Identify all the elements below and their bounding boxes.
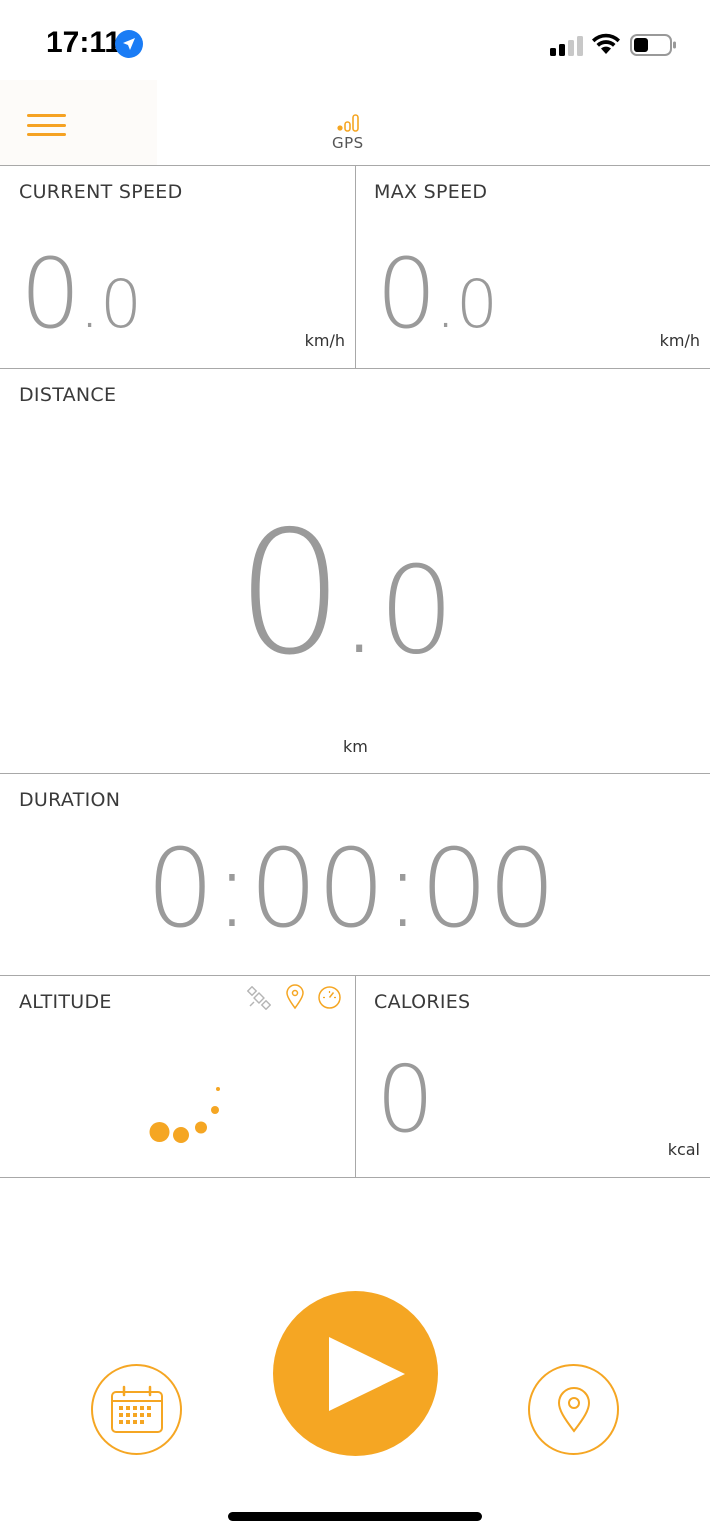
current-speed-unit: km/h <box>304 331 345 350</box>
altitude-tile: ALTITUDE <box>0 976 355 1178</box>
status-time: 17:11 <box>46 26 122 59</box>
max-speed-unit: km/h <box>659 331 700 350</box>
calories-label: CALORIES <box>374 991 471 1013</box>
menu-button[interactable] <box>0 80 157 165</box>
calories-value: 0 <box>376 1046 435 1153</box>
duration-label: DURATION <box>19 789 121 811</box>
current-speed-decimal: .0 <box>79 266 143 343</box>
play-icon <box>329 1337 405 1411</box>
calories-unit: kcal <box>667 1140 700 1159</box>
bottom-controls <box>0 1178 710 1536</box>
map-pin-icon <box>557 1386 590 1433</box>
duration-tile: DURATION 0:00:00 <box>0 774 710 976</box>
calories-tile: CALORIES 0 kcal <box>356 976 710 1178</box>
home-indicator[interactable] <box>228 1512 482 1521</box>
hamburger-menu-icon <box>27 114 66 136</box>
current-speed-integer: 0 <box>20 238 81 350</box>
wifi-icon <box>592 33 620 54</box>
distance-unit: km <box>343 737 368 756</box>
altitude-label: ALTITUDE <box>19 991 112 1013</box>
gps-indicator: GPS <box>330 110 370 152</box>
duration-value: 0:00:00 <box>146 827 556 952</box>
distance-value: 0.0 <box>236 509 455 679</box>
map-button[interactable] <box>528 1364 619 1455</box>
distance-label: DISTANCE <box>19 384 117 406</box>
app-header: GPS <box>0 80 710 166</box>
distance-decimal: .0 <box>340 542 455 681</box>
calendar-button[interactable] <box>91 1364 182 1455</box>
gps-label: GPS <box>332 134 364 152</box>
sensor-status-icons <box>247 984 347 1012</box>
current-speed-label: CURRENT SPEED <box>19 181 183 203</box>
start-button[interactable] <box>273 1291 438 1456</box>
battery-icon <box>630 34 676 56</box>
current-speed-tile: CURRENT SPEED 0.0 km/h <box>0 166 355 369</box>
max-speed-decimal: .0 <box>435 266 499 343</box>
satellite-icon <box>247 986 271 1010</box>
gps-signal-icon <box>337 114 359 132</box>
max-speed-integer: 0 <box>376 238 437 350</box>
location-pin-icon <box>286 984 304 1010</box>
distance-tile: DISTANCE 0.0 km <box>0 369 710 774</box>
speedometer-icon <box>318 986 341 1009</box>
calendar-icon <box>110 1385 163 1433</box>
max-speed-label: MAX SPEED <box>374 181 488 203</box>
max-speed-value: 0.0 <box>376 246 498 342</box>
app-screen: 17:11 GPS CURRENT SPEED 0.0 km/h MAX SPE… <box>0 0 710 1536</box>
cellular-signal-icon <box>550 36 583 56</box>
current-speed-value: 0.0 <box>20 246 142 342</box>
loading-spinner <box>149 1087 220 1143</box>
distance-integer: 0 <box>236 495 344 693</box>
max-speed-tile: MAX SPEED 0.0 km/h <box>356 166 710 369</box>
location-services-icon <box>115 30 143 58</box>
status-bar: 17:11 <box>0 0 710 80</box>
